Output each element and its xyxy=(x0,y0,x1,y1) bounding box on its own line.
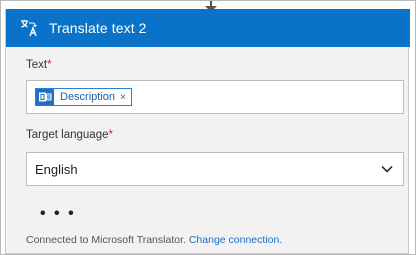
target-language-value: English xyxy=(35,161,78,177)
required-mark: * xyxy=(108,129,113,141)
more-options-button[interactable]: • • • xyxy=(40,206,76,222)
text-input[interactable]: Description × xyxy=(26,80,404,114)
text-label: Text xyxy=(26,59,48,71)
connection-text: Connected to Microsoft Translator. xyxy=(26,234,186,246)
connection-footer: Connected to Microsoft Translator. Chang… xyxy=(26,234,282,246)
target-language-field-label: Target language* xyxy=(26,129,113,141)
token-label: Description xyxy=(60,91,116,103)
text-field-label: Text* xyxy=(26,59,52,71)
translate-icon xyxy=(19,18,39,38)
designer-frame: Translate text 2 Text* Description × Tar… xyxy=(0,0,416,255)
required-mark: * xyxy=(47,59,52,71)
action-title: Translate text 2 xyxy=(49,20,147,36)
description-token[interactable]: Description × xyxy=(35,88,132,106)
target-language-label: Target language xyxy=(26,129,109,141)
chevron-down-icon xyxy=(381,165,393,173)
dynamic-content-icon xyxy=(36,89,54,105)
action-card: Translate text 2 Text* Description × Tar… xyxy=(5,9,410,254)
target-language-select[interactable]: English xyxy=(26,152,404,186)
token-remove-button[interactable]: × xyxy=(120,92,131,103)
change-connection-link[interactable]: Change connection. xyxy=(189,234,282,246)
action-header[interactable]: Translate text 2 xyxy=(6,9,410,47)
